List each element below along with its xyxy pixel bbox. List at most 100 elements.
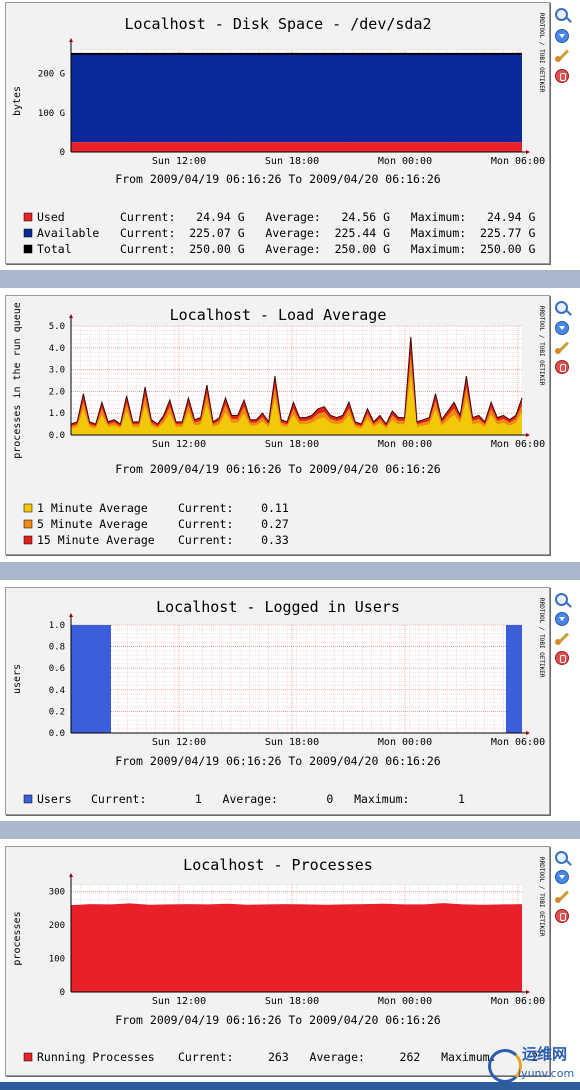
section-separator (0, 270, 580, 288)
time-range: From 2009/04/19 06:16:26 To 2009/04/20 0… (115, 754, 440, 768)
legend-stats: Current: 225.07 G Average: 225.44 G Maxi… (120, 226, 535, 240)
legend-label: Running Processes (37, 1050, 155, 1064)
time-range: From 2009/04/19 06:16:26 To 2009/04/20 0… (115, 1013, 440, 1027)
x-tick-label: Sun 18:00 (265, 996, 319, 1007)
y-tick-label: 0.0 (49, 431, 65, 441)
legend-swatch (23, 228, 33, 238)
x-tick-label: Mon 06:00 (491, 156, 545, 167)
y-axis-arrow (69, 873, 73, 877)
watermark-text: 运维网 (522, 1045, 568, 1063)
y-tick-label: 5.0 (49, 322, 65, 332)
zoom-icon[interactable] (555, 593, 568, 606)
graph-tools (555, 301, 575, 381)
x-tick-label: Mon 00:00 (378, 439, 432, 450)
x-axis-arrow (526, 990, 530, 994)
y-tick-label: 100 (49, 955, 65, 965)
graph-load-average: Localhost - Load Average RRDTOOL / TOBI O… (5, 295, 550, 555)
x-tick-label: Mon 00:00 (378, 996, 432, 1007)
legend-label: 1 Minute Average (37, 501, 148, 515)
legend-stats: Current: 0.27 (178, 517, 289, 531)
delete-icon[interactable] (555, 909, 569, 923)
chart-title: Localhost - Logged in Users (156, 598, 400, 616)
legend-label: 15 Minute Average (37, 533, 155, 547)
y-tick-label: 0 (60, 988, 65, 998)
graph-tools (555, 593, 575, 673)
legend-label: Used (37, 210, 65, 224)
graph-processes: Localhost - Processes RRDTOOL / TOBI OETI… (5, 846, 550, 1076)
section-separator (0, 562, 580, 580)
y-tick-label: 0.0 (49, 729, 65, 739)
legend-swatch (23, 503, 33, 513)
rrdtool-credit: RRDTOOL / TOBI OETIKER (538, 598, 545, 678)
rrdtool-credit: RRDTOOL / TOBI OETIKER (538, 13, 545, 93)
y-axis-label: users (12, 664, 23, 694)
x-tick-label: Mon 00:00 (378, 156, 432, 167)
logged-in-users-chart: Localhost - Logged in Users RRDTOOL / TOB… (12, 598, 545, 806)
zoom-icon[interactable] (555, 301, 568, 314)
legend-swatch (23, 1052, 33, 1062)
processes-chart: Localhost - Processes RRDTOOL / TOBI OETI… (12, 856, 545, 1064)
chart-title: Localhost - Load Average (170, 306, 387, 324)
y-tick-label: 4.0 (49, 344, 65, 354)
edit-icon[interactable] (555, 889, 569, 903)
x-tick-label: Sun 12:00 (152, 737, 206, 748)
delete-icon[interactable] (555, 651, 569, 665)
move-down-icon[interactable] (555, 612, 569, 626)
graph-tools (555, 851, 575, 931)
y-tick-label: 0.8 (49, 643, 65, 653)
y-axis-label: bytes (12, 86, 23, 116)
graph-tools (555, 8, 575, 88)
move-down-icon[interactable] (555, 321, 569, 335)
zoom-icon[interactable] (555, 8, 568, 21)
delete-icon[interactable] (555, 360, 569, 374)
legend-swatch (23, 535, 33, 545)
legend-swatch (23, 244, 33, 254)
x-tick-label: Mon 06:00 (491, 439, 545, 450)
y-tick-label: 1.0 (49, 409, 65, 419)
x-tick-label: Mon 06:00 (491, 737, 545, 748)
zoom-icon[interactable] (555, 851, 568, 864)
legend-stats: Current: 24.94 G Average: 24.56 G Maximu… (120, 210, 535, 224)
legend-stats: Current: 0.11 (178, 501, 289, 515)
rrdtool-credit: RRDTOOL / TOBI OETIKER (538, 857, 545, 937)
legend-stats: Current: 1 Average: 0 Maximum: 1 (91, 792, 465, 806)
legend-label: 5 Minute Average (37, 517, 148, 531)
edit-icon[interactable] (555, 340, 569, 354)
watermark-subtext: iyunv.com (518, 1067, 575, 1080)
y-tick-label: 0.6 (49, 664, 65, 674)
legend-swatch (23, 212, 33, 222)
time-range: From 2009/04/19 06:16:26 To 2009/04/20 0… (115, 462, 440, 476)
graph-logged-in-users: Localhost - Logged in Users RRDTOOL / TOB… (5, 587, 550, 815)
x-tick-label: Mon 00:00 (378, 737, 432, 748)
time-range: From 2009/04/19 06:16:26 To 2009/04/20 0… (115, 172, 440, 186)
y-tick-label: 200 G (38, 70, 65, 80)
available-area (71, 53, 522, 143)
move-down-icon[interactable] (555, 29, 569, 43)
section-separator (0, 821, 580, 839)
x-tick-label: Sun 12:00 (152, 996, 206, 1007)
move-down-icon[interactable] (555, 870, 569, 884)
users-area (506, 625, 522, 733)
legend-swatch (23, 519, 33, 529)
delete-icon[interactable] (555, 69, 569, 83)
x-tick-label: Sun 18:00 (265, 156, 319, 167)
load-average-chart: Localhost - Load Average RRDTOOL / TOBI O… (12, 302, 545, 547)
x-axis-arrow (526, 433, 530, 437)
chart-title: Localhost - Disk Space - /dev/sda2 (124, 15, 431, 33)
y-tick-label: 1.0 (49, 621, 65, 631)
legend-label: Total (37, 242, 72, 256)
disk-space-chart: Localhost - Disk Space - /dev/sda2 RRDTOO… (12, 13, 545, 256)
users-area (71, 625, 111, 733)
legend-label: Available (37, 226, 99, 240)
edit-icon[interactable] (555, 48, 569, 62)
watermark-logo-icon (488, 1049, 522, 1083)
y-tick-label: 300 (49, 888, 65, 898)
y-tick-label: 0.2 (49, 707, 65, 717)
chart-title: Localhost - Processes (183, 856, 373, 874)
y-axis-arrow (69, 314, 73, 318)
edit-icon[interactable] (555, 631, 569, 645)
y-axis-arrow (69, 38, 73, 42)
y-tick-label: 2.0 (49, 387, 65, 397)
x-tick-label: Mon 06:00 (491, 996, 545, 1007)
y-tick-label: 0.4 (49, 686, 65, 696)
